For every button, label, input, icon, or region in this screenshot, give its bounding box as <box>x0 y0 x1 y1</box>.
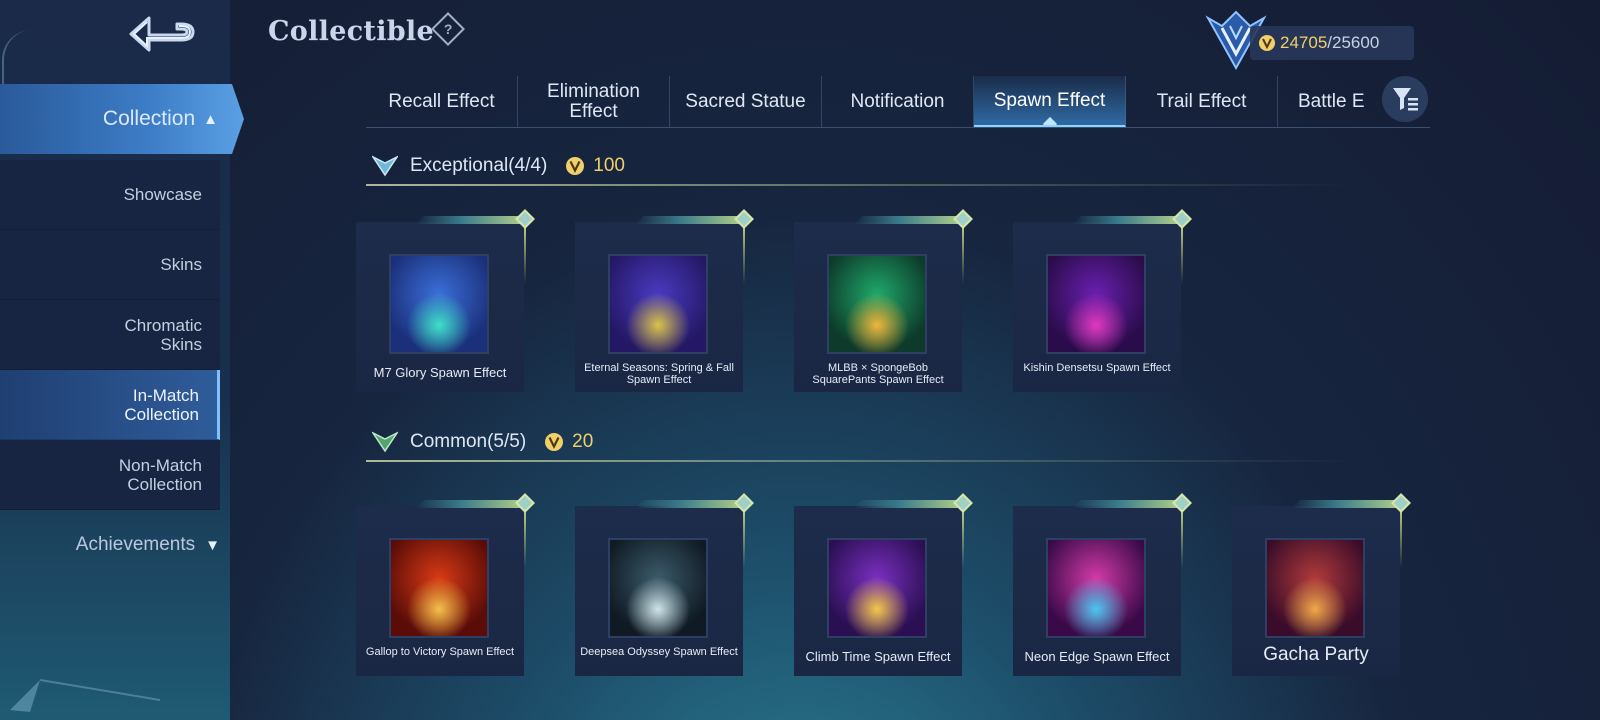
sidebar-item-non-match-collection[interactable]: Non-Match Collection <box>0 440 220 510</box>
sidebar-item-label: Chromatic Skins <box>124 315 202 354</box>
collection-nav-button[interactable]: Collection ▲ <box>0 84 244 154</box>
m7-glory-icon <box>389 254 489 354</box>
collection-label: Collection <box>102 107 196 130</box>
left-nav-panel: Collection ▲ Showcase Skins Chromatic Sk… <box>0 0 244 720</box>
achievements-nav-button[interactable]: Achievements ▼ <box>0 520 230 570</box>
common-tier-icon <box>372 431 398 453</box>
tab-trail-effect[interactable]: Trail Effect <box>1126 76 1278 127</box>
collectible-card[interactable]: Eternal Seasons: Spring & Fall Spawn Eff… <box>575 209 754 392</box>
collection-coin-icon <box>545 433 564 451</box>
category-tabs: Recall Effect Elimination Effect Sacred … <box>366 76 1430 128</box>
item-name: Kishin Densetsu Spawn Effect <box>1023 362 1171 374</box>
points-max: 25600 <box>1332 33 1380 52</box>
section-header-exceptional: Exceptional(4/4) 100 <box>366 146 1366 186</box>
sidebar-item-label: In-Match Collection <box>124 385 199 424</box>
sidebar-item-chromatic-skins[interactable]: Chromatic Skins <box>0 300 220 370</box>
sidebar-item-label: Showcase <box>123 185 202 204</box>
collection-submenu: Showcase Skins Chromatic Skins In-Match … <box>0 160 220 510</box>
item-name: Gallop to Victory Spawn Effect <box>365 646 515 658</box>
section-divider <box>366 184 1356 186</box>
sidebar-item-showcase[interactable]: Showcase <box>0 160 220 230</box>
collectible-card[interactable]: Climb Time Spawn Effect <box>794 493 973 676</box>
tab-elimination-effect[interactable]: Elimination Effect <box>518 76 670 127</box>
filter-button[interactable] <box>1382 76 1428 122</box>
sidebar-item-label: Non-Match Collection <box>118 455 202 494</box>
deepsea-odyssey-icon <box>608 538 708 638</box>
climb-time-icon <box>827 538 927 638</box>
section-divider <box>366 460 1356 462</box>
item-name: M7 Glory Spawn Effect <box>373 365 507 380</box>
item-name: Eternal Seasons: Spring & Fall Spawn Eff… <box>584 362 734 386</box>
collectible-screen: Collection ▲ Showcase Skins Chromatic Sk… <box>0 0 1600 720</box>
collection-coin-icon <box>1259 35 1275 51</box>
collectible-card[interactable]: Kishin Densetsu Spawn Effect <box>1013 209 1192 392</box>
help-icon[interactable]: ? <box>431 12 465 46</box>
tab-sacred-statue[interactable]: Sacred Statue <box>670 76 822 127</box>
sidebar-item-skins[interactable]: Skins <box>0 230 220 300</box>
section-title: Common(5/5) <box>410 431 527 452</box>
item-name: MLBB × SpongeBob SquarePants Spawn Effec… <box>812 362 944 386</box>
collectible-card[interactable]: MLBB × SpongeBob SquarePants Spawn Effec… <box>794 209 973 392</box>
page-title: Collectible <box>268 16 434 47</box>
item-name: Neon Edge Spawn Effect <box>1024 649 1170 664</box>
tab-recall-effect[interactable]: Recall Effect <box>366 76 518 127</box>
tab-spawn-effect[interactable]: Spawn Effect <box>974 76 1126 127</box>
exceptional-grid: M7 Glory Spawn Effect Eternal Seasons: S… <box>356 209 1232 392</box>
collection-coin-icon <box>566 157 585 175</box>
sidebar-item-in-match-collection[interactable]: In-Match Collection <box>0 370 220 440</box>
filter-icon <box>1393 88 1418 111</box>
item-name: Gacha Party <box>1263 644 1369 665</box>
points-current: 24705 <box>1280 33 1328 52</box>
gallop-to-victory-icon <box>389 538 489 638</box>
collectible-card[interactable]: M7 Glory Spawn Effect <box>356 209 535 392</box>
sidebar-item-label: Skins <box>160 255 202 274</box>
section-price: 100 <box>593 155 625 176</box>
achievements-label: Achievements <box>75 534 196 555</box>
common-grid: Gallop to Victory Spawn Effect Deepsea O… <box>356 493 1411 676</box>
collectible-card[interactable]: Gallop to Victory Spawn Effect <box>356 493 535 676</box>
collectible-card[interactable]: Deepsea Odyssey Spawn Effect <box>575 493 754 676</box>
section-header-common: Common(5/5) 20 <box>366 422 1366 462</box>
back-arrow-icon <box>129 16 195 52</box>
item-name: Climb Time Spawn Effect <box>805 649 951 664</box>
exceptional-tier-icon <box>372 155 398 177</box>
collectible-card[interactable]: Neon Edge Spawn Effect <box>1013 493 1192 676</box>
corner-decoration <box>10 679 160 712</box>
neon-edge-icon <box>1046 538 1146 638</box>
collectible-card[interactable]: Gacha Party <box>1232 493 1411 676</box>
gacha-party-icon <box>1265 538 1365 638</box>
chevron-up-icon: ▲ <box>203 110 218 128</box>
eternal-seasons-icon <box>608 254 708 354</box>
chevron-down-icon: ▼ <box>205 536 220 554</box>
kishin-densetsu-icon <box>1046 254 1146 354</box>
tab-selected-marker <box>1042 116 1057 125</box>
tab-notification[interactable]: Notification <box>822 76 974 127</box>
section-price: 20 <box>572 431 594 452</box>
collection-points-display: 24705/25600 <box>1250 26 1414 60</box>
back-button[interactable] <box>118 8 202 60</box>
item-name: Deepsea Odyssey Spawn Effect <box>580 646 738 658</box>
spongebob-icon <box>827 254 927 354</box>
section-title: Exceptional(4/4) <box>410 155 548 176</box>
